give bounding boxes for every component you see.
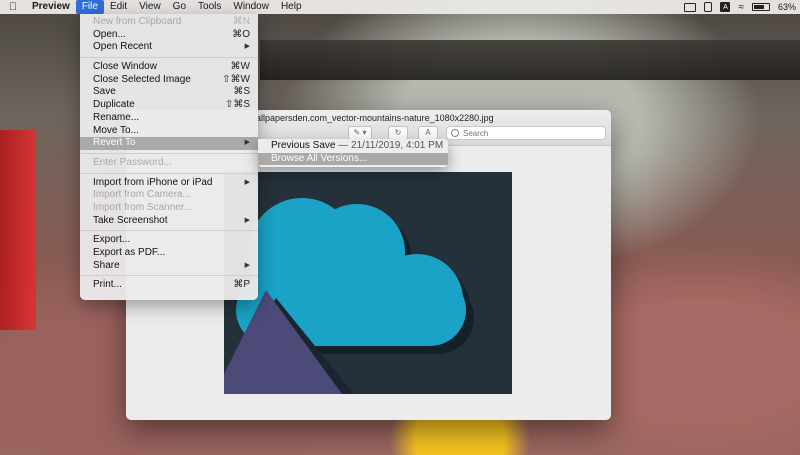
menu-item-close-selected-image[interactable]: Close Selected Image ⇧⌘W bbox=[80, 74, 258, 87]
menu-item-label: Enter Password... bbox=[93, 156, 172, 168]
previous-save-label: Previous Save bbox=[271, 140, 336, 151]
menu-separator bbox=[80, 152, 258, 154]
menu-item-revert-to[interactable]: Revert To ▶ bbox=[80, 137, 258, 150]
status-area: A ≈ 63% bbox=[684, 0, 796, 14]
submenu-arrow-icon: ▶ bbox=[244, 43, 250, 51]
menu-item-shortcut: ⇧⌘W bbox=[222, 73, 250, 85]
rotate-icon[interactable]: ↻ bbox=[388, 126, 408, 140]
menu-item-shortcut: ⇧⌘S bbox=[224, 99, 250, 111]
menu-item-export-as-pdf[interactable]: Export as PDF... bbox=[80, 247, 258, 260]
desktop-wallpaper-window bbox=[260, 40, 800, 80]
menu-item-shortcut: ⌘S bbox=[233, 86, 250, 98]
menu-item-save[interactable]: Save ⌘S bbox=[80, 86, 258, 99]
menu-separator bbox=[80, 275, 258, 277]
menu-item-import-from-iphone-or-ipad[interactable]: Import from iPhone or iPad ▶ bbox=[80, 177, 258, 190]
menu-view[interactable]: View bbox=[133, 0, 167, 14]
window-title: allpapersden.com_vector-mountains-nature… bbox=[256, 113, 494, 123]
pen-icon[interactable]: ✎ ▾ bbox=[348, 126, 372, 140]
menu-item-label: Share bbox=[93, 259, 120, 271]
menu-item-label: New from Clipboard bbox=[93, 16, 182, 27]
battery-icon[interactable] bbox=[751, 3, 770, 11]
desktop-wallpaper-detail bbox=[0, 130, 36, 330]
menu-item-duplicate[interactable]: Duplicate ⇧⌘S bbox=[80, 99, 258, 112]
menu-item-label: Import from iPhone or iPad bbox=[93, 176, 213, 188]
previous-save-item[interactable]: Previous Save — 21/11/2019, 4:01 PM bbox=[258, 140, 448, 153]
menu-item-shortcut: ⌘P bbox=[233, 279, 250, 291]
search-icon bbox=[451, 129, 459, 137]
menu-item-rename[interactable]: Rename... bbox=[80, 112, 258, 125]
menu-go[interactable]: Go bbox=[167, 0, 192, 14]
menu-item-import-from-scanner: Import from Scanner... bbox=[80, 202, 258, 215]
menu-window[interactable]: Window bbox=[227, 0, 275, 14]
phone-icon[interactable] bbox=[704, 2, 713, 12]
menu-item-label: Open Recent bbox=[93, 41, 152, 53]
menu-item-label: Duplicate bbox=[93, 99, 135, 111]
menu-help[interactable]: Help bbox=[275, 0, 308, 14]
display-icon[interactable] bbox=[684, 2, 697, 12]
menu-item-export[interactable]: Export... bbox=[80, 234, 258, 247]
cloud-mountain-illustration bbox=[224, 172, 512, 394]
browse-all-versions-label: Browse All Versions... bbox=[271, 152, 368, 164]
previous-save-date: — 21/11/2019, 4:01 PM bbox=[338, 140, 444, 151]
menu-item-print[interactable]: Print... ⌘P bbox=[80, 279, 258, 292]
menu-item-label: Take Screenshot bbox=[93, 214, 168, 226]
submenu-arrow-icon: ▶ bbox=[244, 216, 250, 224]
apple-icon[interactable]:  bbox=[0, 1, 26, 13]
menu-item-label: Export... bbox=[93, 234, 131, 246]
text-input-icon[interactable]: A bbox=[720, 2, 731, 12]
menu-item-label: Import from Scanner... bbox=[93, 201, 192, 213]
menu-tools[interactable]: Tools bbox=[192, 0, 227, 14]
menu-item-label: Revert To bbox=[93, 137, 136, 149]
menu-item-label: Export as PDF... bbox=[93, 247, 166, 258]
menu-item-label: Save bbox=[93, 86, 116, 98]
wifi-icon[interactable]: ≈ bbox=[738, 2, 744, 13]
menu-item-close-window[interactable]: Close Window ⌘W bbox=[80, 61, 258, 74]
submenu-arrow-icon: ▶ bbox=[244, 139, 250, 147]
menu-item-shortcut: ⌘W bbox=[230, 61, 250, 73]
menu-app-preview[interactable]: Preview bbox=[26, 0, 76, 14]
menu-item-open[interactable]: Open... ⌘O bbox=[80, 29, 258, 42]
menu-item-new-from-clipboard: New from Clipboard ⌘N bbox=[80, 16, 258, 29]
menu-item-import-from-camera: Import from Camera... bbox=[80, 189, 258, 202]
menu-file[interactable]: File bbox=[75, 0, 104, 14]
markup-icon[interactable]: A bbox=[418, 126, 438, 140]
menu-item-label: Open... bbox=[93, 28, 126, 40]
menu-item-label: Print... bbox=[93, 279, 122, 291]
battery-percent: 63% bbox=[777, 2, 796, 12]
menu-item-label: Rename... bbox=[93, 111, 140, 123]
menu-separator bbox=[80, 230, 258, 232]
menu-separator bbox=[80, 172, 258, 174]
submenu-arrow-icon: ▶ bbox=[244, 261, 250, 269]
menu-item-label: Import from Camera... bbox=[93, 189, 191, 201]
menu-item-shortcut: ⌘N bbox=[232, 16, 250, 27]
image-canvas[interactable] bbox=[224, 172, 512, 394]
browse-all-versions-item[interactable]: Browse All Versions... bbox=[258, 152, 448, 166]
file-menu: New from Clipboard ⌘N Open... ⌘O Open Recent… bbox=[80, 14, 258, 300]
submenu-arrow-icon: ▶ bbox=[244, 178, 250, 186]
menu-item-share[interactable]: Share ▶ bbox=[80, 260, 258, 273]
menu-separator bbox=[80, 57, 258, 59]
menu-item-move-to[interactable]: Move To... bbox=[80, 125, 258, 138]
menu-item-label: Move To... bbox=[93, 124, 139, 136]
revert-to-submenu: Previous Save — 21/11/2019, 4:01 PM Brow… bbox=[258, 139, 448, 167]
menu-item-label: Close Window bbox=[93, 61, 157, 73]
search-field[interactable] bbox=[446, 126, 606, 140]
menu-bar:  Preview File Edit View Go Tools Window… bbox=[0, 0, 800, 14]
menu-item-shortcut: ⌘O bbox=[232, 28, 250, 40]
menu-item-label: Close Selected Image bbox=[93, 73, 191, 85]
menu-item-open-recent[interactable]: Open Recent ▶ bbox=[80, 41, 258, 54]
menu-item-take-screenshot[interactable]: Take Screenshot ▶ bbox=[80, 215, 258, 228]
menu-edit[interactable]: Edit bbox=[104, 0, 133, 14]
menu-item-enter-password: Enter Password... bbox=[80, 157, 258, 170]
search-input[interactable] bbox=[463, 128, 583, 138]
